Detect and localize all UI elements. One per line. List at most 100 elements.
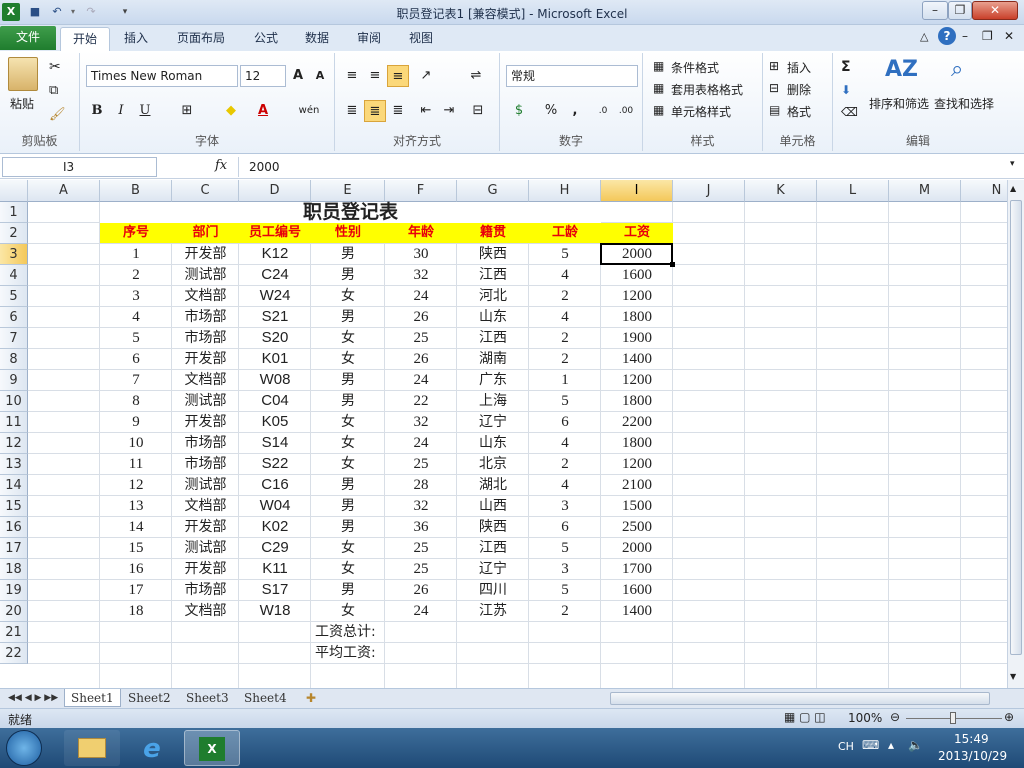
table-cell[interactable]: 江西 xyxy=(457,538,529,558)
align-center-icon[interactable]: ≣ xyxy=(364,100,386,122)
worksheet-grid[interactable]: A B C D E F G H I J K L M N 1 2 3 4 5 6 7 8 9 10 11 12 13 14 15 16 17 1… xyxy=(0,180,1007,688)
row-header-8[interactable]: 8 xyxy=(0,349,28,370)
row-header-7[interactable]: 7 xyxy=(0,328,28,349)
table-cell[interactable]: 文档部 xyxy=(172,286,239,306)
table-cell[interactable]: 男 xyxy=(311,265,385,285)
table-cell[interactable]: 15 xyxy=(100,538,172,558)
table-header-cell[interactable]: 序号 xyxy=(100,223,172,243)
scroll-up-icon[interactable]: ▲ xyxy=(1010,184,1016,193)
table-cell[interactable]: 2100 xyxy=(601,475,673,495)
row-header-13[interactable]: 13 xyxy=(0,454,28,475)
sheet-nav-first-icon[interactable]: ◀◀ ◀ ▶ ▶▶ xyxy=(2,689,64,707)
table-header-cell[interactable]: 性别 xyxy=(311,223,385,243)
table-cell[interactable]: 4 xyxy=(529,265,601,285)
row-header-14[interactable]: 14 xyxy=(0,475,28,496)
insert-function-icon[interactable]: fx xyxy=(215,158,227,173)
table-cell[interactable]: 测试部 xyxy=(172,391,239,411)
table-cell[interactable]: 辽宁 xyxy=(457,412,529,432)
cell-styles-icon[interactable]: ▦ xyxy=(653,103,664,117)
table-cell[interactable]: 5 xyxy=(529,538,601,558)
tab-page-layout[interactable]: 页面布局 xyxy=(165,27,237,51)
copy-icon[interactable]: ⧉ xyxy=(49,83,58,98)
table-cell[interactable]: 17 xyxy=(100,580,172,600)
table-cell[interactable]: 2200 xyxy=(601,412,673,432)
find-select-icon[interactable]: ⌕ xyxy=(951,57,963,82)
table-cell[interactable]: 4 xyxy=(100,307,172,327)
table-cell[interactable]: 市场部 xyxy=(172,433,239,453)
format-cells-icon[interactable]: ▤ xyxy=(769,103,780,117)
workbook-minimize-icon[interactable]: – xyxy=(962,29,968,43)
table-cell[interactable]: W24 xyxy=(239,286,311,306)
ie-taskbar-icon[interactable]: e xyxy=(124,730,180,766)
table-cell[interactable]: 男 xyxy=(311,496,385,516)
table-cell[interactable]: 男 xyxy=(311,517,385,537)
table-header-cell[interactable]: 员工编号 xyxy=(239,223,311,243)
table-cell[interactable]: 24 xyxy=(385,433,457,453)
row-header-3[interactable]: 3 xyxy=(0,244,28,265)
font-color-icon[interactable]: A xyxy=(252,100,274,122)
table-cell[interactable]: 4 xyxy=(529,433,601,453)
scroll-down-icon[interactable]: ▼ xyxy=(1010,672,1016,681)
table-cell[interactable]: 女 xyxy=(311,433,385,453)
table-cell[interactable]: 1600 xyxy=(601,265,673,285)
table-cell[interactable]: 1800 xyxy=(601,391,673,411)
table-cell[interactable]: 3 xyxy=(100,286,172,306)
row-header-21[interactable]: 21 xyxy=(0,622,28,643)
table-cell[interactable]: 2 xyxy=(529,601,601,621)
table-cell[interactable]: 4 xyxy=(529,475,601,495)
align-middle-icon[interactable]: ≡ xyxy=(364,65,386,87)
column-header-j[interactable]: J xyxy=(673,180,745,202)
table-header-cell[interactable]: 部门 xyxy=(172,223,239,243)
table-cell[interactable]: 女 xyxy=(311,328,385,348)
table-cell[interactable]: 28 xyxy=(385,475,457,495)
autosum-button[interactable]: Σ xyxy=(841,59,851,75)
table-cell[interactable]: C24 xyxy=(239,265,311,285)
table-cell[interactable]: 9 xyxy=(100,412,172,432)
tab-insert[interactable]: 插入 xyxy=(112,27,160,51)
table-cell[interactable]: 四川 xyxy=(457,580,529,600)
vertical-scroll-thumb[interactable] xyxy=(1010,200,1022,655)
table-cell[interactable]: 5 xyxy=(100,328,172,348)
insert-cells-icon[interactable]: ⊞ xyxy=(769,59,779,73)
table-cell[interactable]: 24 xyxy=(385,286,457,306)
table-cell[interactable]: 12 xyxy=(100,475,172,495)
tab-formulas[interactable]: 公式 xyxy=(242,27,290,51)
vertical-scrollbar[interactable]: ▲ ▼ xyxy=(1007,180,1024,688)
clock-date[interactable]: 2013/10/29 xyxy=(938,749,1007,763)
table-cell[interactable]: 河北 xyxy=(457,286,529,306)
format-as-table-icon[interactable]: ▦ xyxy=(653,81,664,95)
table-cell[interactable]: 辽宁 xyxy=(457,559,529,579)
table-cell[interactable]: 测试部 xyxy=(172,538,239,558)
table-cell[interactable]: 7 xyxy=(100,370,172,390)
table-cell[interactable]: 文档部 xyxy=(172,496,239,516)
table-cell[interactable]: 1400 xyxy=(601,601,673,621)
column-header-b[interactable]: B xyxy=(100,180,172,202)
horizontal-scrollbar[interactable] xyxy=(610,692,990,705)
excel-taskbar-icon[interactable]: X xyxy=(184,730,240,766)
table-cell[interactable]: 市场部 xyxy=(172,328,239,348)
row-header-5[interactable]: 5 xyxy=(0,286,28,307)
sort-filter-icon[interactable]: AZ xyxy=(885,57,918,82)
table-cell[interactable]: 2 xyxy=(100,265,172,285)
table-header-cell[interactable]: 工龄 xyxy=(529,223,601,243)
format-cells-button[interactable]: 格式 xyxy=(787,103,811,120)
table-cell[interactable]: 2 xyxy=(529,454,601,474)
row-header-4[interactable]: 4 xyxy=(0,265,28,286)
zoom-slider-thumb[interactable] xyxy=(950,712,956,724)
row-header-18[interactable]: 18 xyxy=(0,559,28,580)
start-button[interactable] xyxy=(6,730,42,766)
shrink-font-icon[interactable]: A xyxy=(309,65,331,87)
table-cell[interactable]: C16 xyxy=(239,475,311,495)
row-header-17[interactable]: 17 xyxy=(0,538,28,559)
table-cell[interactable]: 市场部 xyxy=(172,454,239,474)
table-cell[interactable]: 女 xyxy=(311,412,385,432)
borders-icon[interactable]: ⊞ xyxy=(176,100,198,122)
table-cell[interactable]: 2 xyxy=(529,328,601,348)
column-header-k[interactable]: K xyxy=(745,180,817,202)
table-cell[interactable]: 24 xyxy=(385,601,457,621)
sheet-tab-2[interactable]: Sheet2 xyxy=(122,689,177,707)
conditional-format-icon[interactable]: ▦ xyxy=(653,59,664,73)
table-cell[interactable]: 5 xyxy=(529,391,601,411)
find-select-button[interactable]: 查找和选择 xyxy=(934,95,994,112)
align-right-icon[interactable]: ≣ xyxy=(387,100,409,122)
